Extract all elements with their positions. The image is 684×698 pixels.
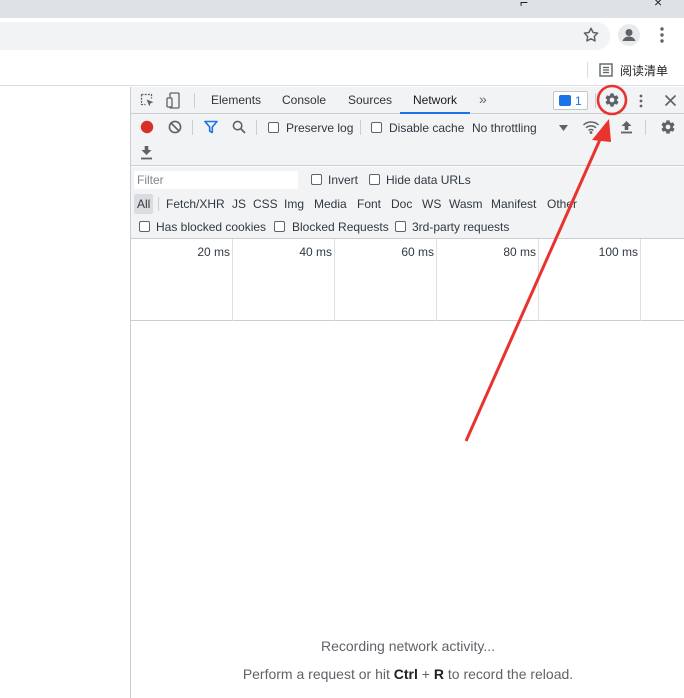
has-blocked-cookies-checkbox[interactable] bbox=[139, 221, 150, 232]
issues-badge[interactable]: 1 bbox=[553, 91, 588, 110]
more-vert-icon[interactable] bbox=[656, 26, 668, 44]
key-r: R bbox=[433, 666, 444, 682]
restore-icon[interactable]: ⌐ bbox=[520, 0, 528, 10]
key-ctrl: Ctrl bbox=[393, 666, 418, 682]
recording-status-text: Recording network activity... bbox=[320, 638, 496, 654]
filter-bar: Invert Hide data URLs All Fetch/XHR JS C… bbox=[131, 167, 684, 239]
hide-data-urls-checkbox[interactable] bbox=[369, 174, 380, 185]
timeline-gridline bbox=[334, 239, 335, 321]
tab-sources[interactable]: Sources bbox=[347, 87, 393, 114]
devtools-tab-bar: Elements Console Sources Network » 1 bbox=[131, 87, 684, 114]
type-filter-font[interactable]: Font bbox=[355, 194, 383, 214]
close-devtools-icon[interactable] bbox=[664, 94, 677, 107]
divider bbox=[194, 93, 195, 108]
profile-icon[interactable] bbox=[618, 24, 640, 46]
reading-list-button[interactable]: 阅读清单 bbox=[598, 60, 668, 80]
key-plus: + bbox=[417, 666, 434, 682]
tab-network[interactable]: Network bbox=[400, 87, 471, 114]
tab-console[interactable]: Console bbox=[281, 87, 327, 114]
invert-checkbox[interactable] bbox=[311, 174, 322, 185]
timeline-gridline bbox=[436, 239, 437, 321]
divider bbox=[256, 120, 257, 135]
invert-label: Invert bbox=[328, 173, 359, 187]
type-filter-js[interactable]: JS bbox=[230, 194, 248, 214]
divider bbox=[192, 120, 193, 135]
type-filter-manifest[interactable]: Manifest bbox=[489, 194, 538, 214]
bookmarks-bar: 阅读清单 bbox=[0, 56, 684, 86]
blocked-requests-checkbox[interactable] bbox=[274, 221, 285, 232]
search-icon[interactable] bbox=[232, 120, 246, 134]
more-tabs-icon[interactable]: » bbox=[478, 87, 488, 114]
type-filter-all[interactable]: All bbox=[134, 194, 154, 214]
type-filter-doc[interactable]: Doc bbox=[389, 194, 414, 214]
reload-hint-suffix: to record the reload. bbox=[443, 666, 574, 682]
devtools-panel: Elements Console Sources Network » 1 Pre… bbox=[130, 87, 684, 698]
reload-hint-prefix: Perform a request or hit bbox=[242, 666, 394, 682]
filter-input[interactable] bbox=[134, 171, 298, 189]
preserve-log-checkbox[interactable] bbox=[268, 122, 279, 133]
chevron-down-icon[interactable] bbox=[559, 125, 568, 131]
inspect-element-icon[interactable] bbox=[140, 93, 155, 108]
timeline-tick-label: 20 ms bbox=[197, 245, 230, 259]
reading-list-icon bbox=[599, 63, 613, 77]
timeline-gridline bbox=[538, 239, 539, 321]
record-icon[interactable] bbox=[140, 120, 154, 134]
clear-icon[interactable] bbox=[168, 120, 182, 134]
network-conditions-icon[interactable] bbox=[582, 119, 600, 135]
divider bbox=[158, 197, 159, 211]
blocked-requests-label: Blocked Requests bbox=[292, 220, 389, 234]
timeline-gridline bbox=[232, 239, 233, 321]
issues-count: 1 bbox=[575, 94, 582, 108]
reload-hint-text: Perform a request or hit Ctrl + R to rec… bbox=[131, 666, 684, 682]
browser-toolbar bbox=[0, 18, 684, 56]
export-har-icon[interactable] bbox=[140, 146, 153, 160]
timeline-tick-label: 100 ms bbox=[598, 245, 638, 259]
network-overview-timeline[interactable]: 20 ms 40 ms 60 ms 80 ms 100 ms bbox=[131, 239, 684, 321]
filter-icon[interactable] bbox=[204, 120, 218, 134]
network-settings-icon[interactable] bbox=[660, 119, 676, 135]
divider bbox=[595, 93, 596, 108]
type-filter-other[interactable]: Other bbox=[545, 194, 579, 214]
type-filter-media[interactable]: Media bbox=[312, 194, 349, 214]
throttling-select[interactable]: No throttling bbox=[472, 121, 537, 135]
network-toolbar: Preserve log Disable cache No throttling bbox=[131, 114, 684, 166]
type-filter-fetch-xhr[interactable]: Fetch/XHR bbox=[164, 194, 227, 214]
preserve-log-label: Preserve log bbox=[286, 121, 354, 135]
timeline-tick-label: 60 ms bbox=[401, 245, 434, 259]
type-filter-img[interactable]: Img bbox=[282, 194, 306, 214]
type-filter-wasm[interactable]: Wasm bbox=[447, 194, 485, 214]
third-party-label: 3rd-party requests bbox=[412, 220, 510, 234]
third-party-checkbox[interactable] bbox=[395, 221, 406, 232]
device-toolbar-icon[interactable] bbox=[166, 92, 180, 109]
close-window-icon[interactable]: × bbox=[654, 0, 662, 10]
timeline-tick-label: 40 ms bbox=[299, 245, 332, 259]
type-filter-css[interactable]: CSS bbox=[251, 194, 280, 214]
divider bbox=[360, 120, 361, 135]
reading-list-label: 阅读清单 bbox=[620, 63, 669, 78]
address-bar[interactable] bbox=[0, 22, 610, 50]
divider bbox=[587, 62, 588, 78]
import-har-icon[interactable] bbox=[620, 120, 633, 134]
settings-gear-icon[interactable] bbox=[604, 92, 620, 108]
tab-elements[interactable]: Elements bbox=[210, 87, 262, 114]
devtools-menu-icon[interactable] bbox=[638, 94, 644, 108]
disable-cache-checkbox[interactable] bbox=[371, 122, 382, 133]
message-icon bbox=[559, 95, 571, 106]
divider bbox=[645, 120, 646, 135]
timeline-tick-label: 80 ms bbox=[503, 245, 536, 259]
has-blocked-cookies-label: Has blocked cookies bbox=[156, 220, 267, 234]
hide-data-urls-label: Hide data URLs bbox=[386, 173, 471, 187]
star-icon[interactable] bbox=[582, 26, 600, 44]
title-bar: ⌐ × bbox=[0, 0, 684, 18]
disable-cache-label: Disable cache bbox=[389, 121, 465, 135]
type-filter-ws[interactable]: WS bbox=[420, 194, 443, 214]
timeline-gridline bbox=[640, 239, 641, 321]
